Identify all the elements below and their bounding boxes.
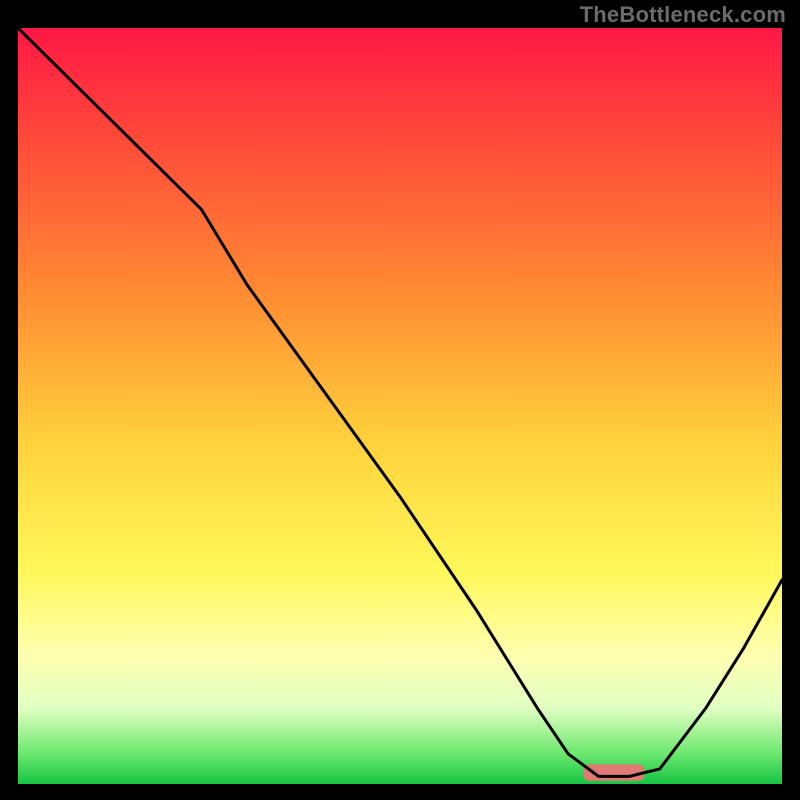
plot-frame xyxy=(18,28,782,784)
watermark-text: TheBottleneck.com xyxy=(580,2,786,28)
chart-page: TheBottleneck.com xyxy=(0,0,800,800)
bottleneck-plot xyxy=(18,28,782,784)
